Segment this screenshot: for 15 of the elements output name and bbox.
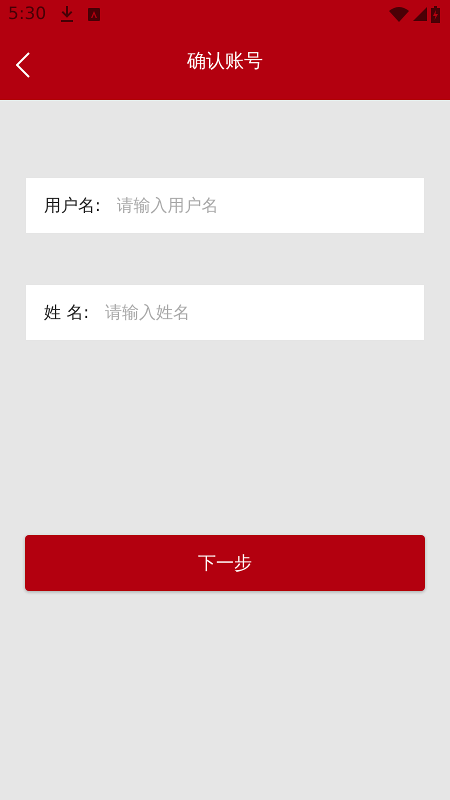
form-field[interactable]: 姓 名: 请输入姓名	[26, 285, 424, 340]
form-field[interactable]: 用户名: 请输入用户名	[26, 178, 424, 233]
status-time: 5:30	[8, 4, 46, 24]
download-icon	[60, 6, 74, 22]
input-field[interactable]: 请输入用户名	[116, 196, 406, 216]
notification-icon	[88, 8, 100, 20]
back-icon	[16, 52, 30, 78]
wifi-icon	[389, 6, 409, 22]
screen-title: 确认账号	[187, 49, 263, 74]
signal-icon	[413, 7, 427, 21]
field-label: 姓 名:	[44, 302, 90, 324]
input-field[interactable]: 请输入姓名	[105, 302, 406, 322]
battery-icon	[431, 6, 440, 22]
field-label: 用户名:	[44, 195, 101, 217]
next-button[interactable]: 下一步	[25, 535, 425, 591]
